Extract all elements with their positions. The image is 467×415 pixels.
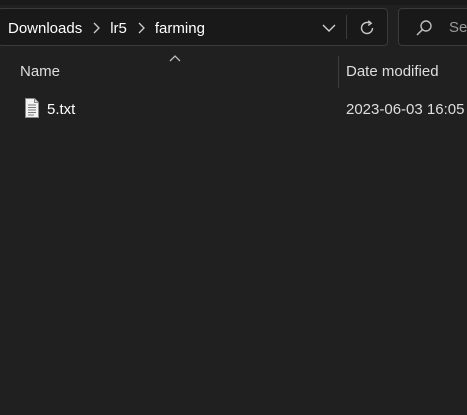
chevron-down-icon (322, 24, 336, 32)
sort-up-icon (169, 55, 181, 62)
search-input[interactable]: Se (449, 19, 467, 36)
file-row[interactable]: 5.txt 2023-06-03 16:05 (0, 94, 467, 124)
column-divider[interactable] (338, 56, 339, 88)
window-top-strip (0, 0, 467, 5)
breadcrumb-item-lr5[interactable]: lr5 (110, 20, 127, 37)
address-bar[interactable]: Downloads lr5 farming (0, 8, 388, 46)
file-date-modified: 2023-06-03 16:05 (346, 101, 465, 118)
chevron-right-icon[interactable] (127, 22, 155, 34)
chevron-right-icon[interactable] (82, 22, 110, 34)
address-bar-divider (346, 15, 347, 39)
search-icon (416, 20, 432, 36)
search-box[interactable]: Se (398, 8, 467, 46)
breadcrumb: Downloads lr5 farming (0, 9, 205, 47)
breadcrumb-item-downloads[interactable]: Downloads (8, 20, 82, 37)
text-file-icon (25, 98, 39, 118)
file-name[interactable]: 5.txt (47, 101, 75, 118)
column-header-row: Name Date modified (0, 52, 467, 92)
refresh-icon (360, 20, 374, 35)
column-header-name[interactable]: Name (20, 63, 60, 80)
address-history-dropdown-button[interactable] (314, 9, 344, 47)
column-header-date-modified[interactable]: Date modified (346, 63, 439, 80)
refresh-button[interactable] (351, 9, 383, 47)
breadcrumb-item-farming[interactable]: farming (155, 20, 205, 37)
